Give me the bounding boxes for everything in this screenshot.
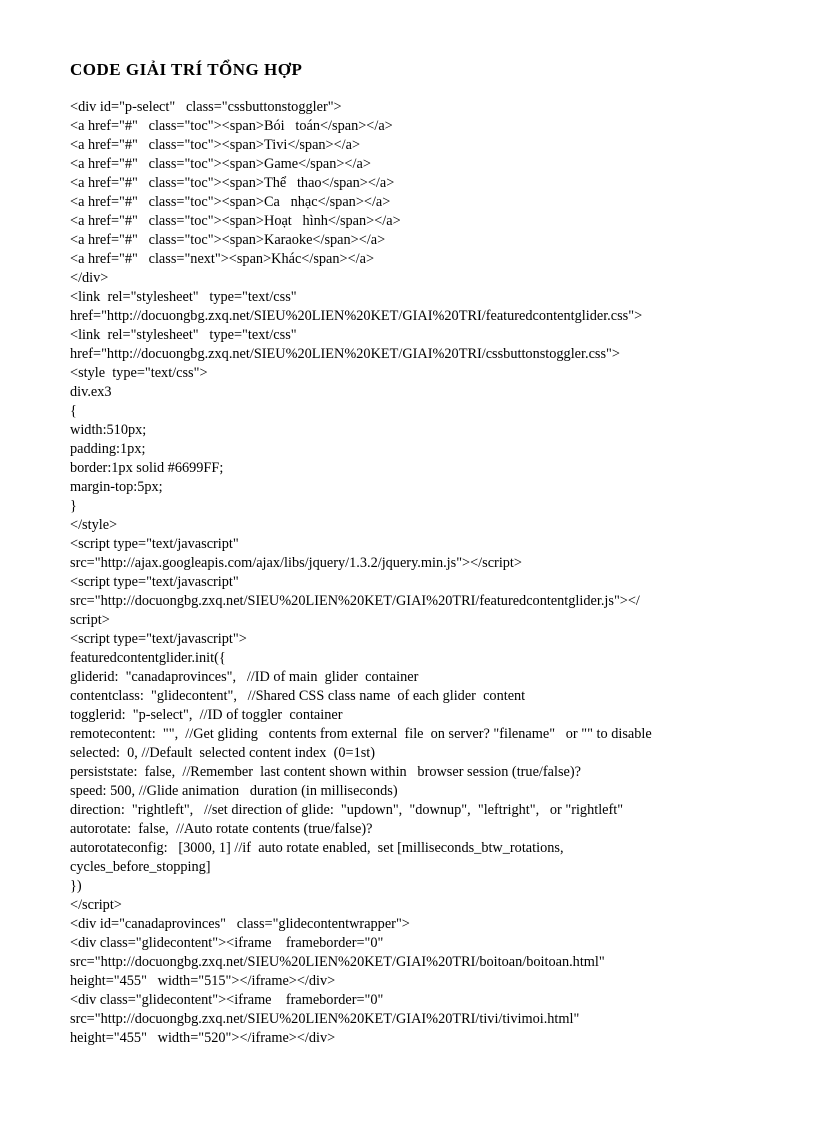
code-line: href="http://docuongbg.zxq.net/SIEU%20LI… [70, 345, 746, 364]
code-line: direction: "rightleft", //set direction … [70, 801, 746, 820]
code-line: src="http://docuongbg.zxq.net/SIEU%20LIE… [70, 1010, 746, 1029]
code-line: contentclass: "glidecontent", //Shared C… [70, 687, 746, 706]
code-line: <a href="#" class="toc"><span>Hoạt hình<… [70, 212, 746, 231]
code-line: <a href="#" class="toc"><span>Thể thao</… [70, 174, 746, 193]
code-line: script> [70, 611, 746, 630]
code-line: }) [70, 877, 746, 896]
code-line: autorotateconfig: [3000, 1] //if auto ro… [70, 839, 746, 858]
code-line: height="455" width="515"></iframe></div> [70, 972, 746, 991]
code-line: width:510px; [70, 421, 746, 440]
code-line: <link rel="stylesheet" type="text/css" [70, 288, 746, 307]
code-line: togglerid: "p-select", //ID of toggler c… [70, 706, 746, 725]
code-line: src="http://ajax.googleapis.com/ajax/lib… [70, 554, 746, 573]
code-line: <script type="text/javascript"> [70, 630, 746, 649]
code-line: <div class="glidecontent"><iframe frameb… [70, 991, 746, 1010]
code-block: <div id="p-select" class="cssbuttonstogg… [70, 98, 746, 1048]
code-line: </style> [70, 516, 746, 535]
code-line: gliderid: "canadaprovinces", //ID of mai… [70, 668, 746, 687]
code-line: speed: 500, //Glide animation duration (… [70, 782, 746, 801]
code-line: featuredcontentglider.init({ [70, 649, 746, 668]
code-line: src="http://docuongbg.zxq.net/SIEU%20LIE… [70, 592, 746, 611]
code-line: <a href="#" class="next"><span>Khác</spa… [70, 250, 746, 269]
code-line: <a href="#" class="toc"><span>Game</span… [70, 155, 746, 174]
code-line: persiststate: false, //Remember last con… [70, 763, 746, 782]
code-line: <a href="#" class="toc"><span>Karaoke</s… [70, 231, 746, 250]
code-line: margin-top:5px; [70, 478, 746, 497]
code-line: <style type="text/css"> [70, 364, 746, 383]
code-line: } [70, 497, 746, 516]
code-line: </div> [70, 269, 746, 288]
code-line: <a href="#" class="toc"><span>Tivi</span… [70, 136, 746, 155]
document-page: CODE GIẢI TRÍ TỔNG HỢP <div id="p-select… [0, 0, 816, 1108]
code-line: <link rel="stylesheet" type="text/css" [70, 326, 746, 345]
code-line: <a href="#" class="toc"><span>Bói toán</… [70, 117, 746, 136]
code-line: <div id="canadaprovinces" class="glideco… [70, 915, 746, 934]
code-line: autorotate: false, //Auto rotate content… [70, 820, 746, 839]
code-line: </script> [70, 896, 746, 915]
code-line: border:1px solid #6699FF; [70, 459, 746, 478]
code-line: <script type="text/javascript" [70, 535, 746, 554]
page-title: CODE GIẢI TRÍ TỔNG HỢP [70, 60, 746, 80]
code-line: remotecontent: "", //Get gliding content… [70, 725, 746, 744]
code-line: <a href="#" class="toc"><span>Ca nhạc</s… [70, 193, 746, 212]
code-line: { [70, 402, 746, 421]
code-line: <div id="p-select" class="cssbuttonstogg… [70, 98, 746, 117]
code-line: height="455" width="520"></iframe></div> [70, 1029, 746, 1048]
code-line: padding:1px; [70, 440, 746, 459]
code-line: <script type="text/javascript" [70, 573, 746, 592]
code-line: selected: 0, //Default selected content … [70, 744, 746, 763]
code-line: <div class="glidecontent"><iframe frameb… [70, 934, 746, 953]
code-line: href="http://docuongbg.zxq.net/SIEU%20LI… [70, 307, 746, 326]
code-line: src="http://docuongbg.zxq.net/SIEU%20LIE… [70, 953, 746, 972]
code-line: cycles_before_stopping] [70, 858, 746, 877]
code-line: div.ex3 [70, 383, 746, 402]
